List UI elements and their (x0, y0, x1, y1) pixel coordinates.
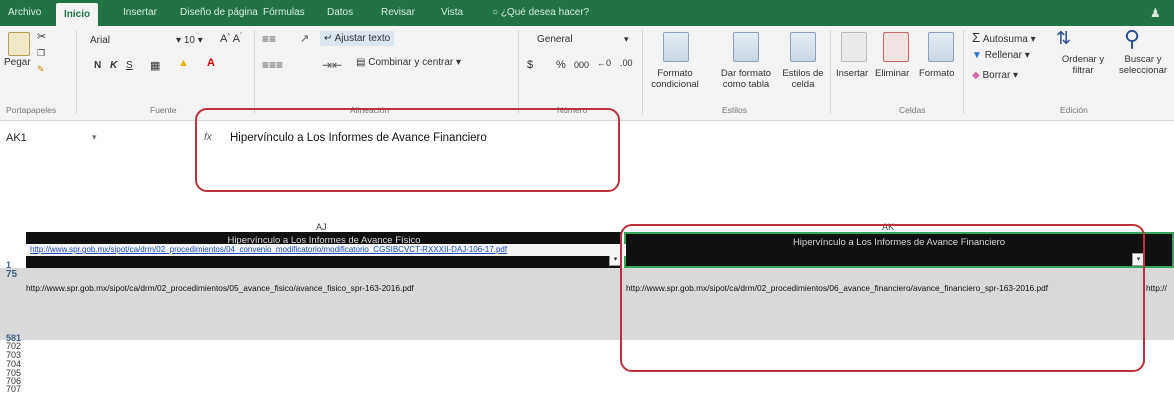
format-cells-icon[interactable] (928, 32, 954, 62)
format-cells-button[interactable]: Formato (919, 68, 954, 79)
highlight-financial-column (620, 224, 1145, 372)
user-icon[interactable]: ♟ (1150, 0, 1161, 26)
autosum-button[interactable]: Σ Autosuma ▾ (972, 30, 1036, 45)
fill-down-icon: ▼ (972, 50, 982, 61)
tab-diseno[interactable]: Diseño de página (180, 0, 258, 26)
borders-icon[interactable]: ▦ (150, 59, 160, 72)
chevron-down-icon[interactable]: ▾ (624, 34, 629, 45)
grow-font-icon[interactable]: A^ Aˇ (220, 33, 242, 45)
chevron-down-icon[interactable]: ▾ (92, 132, 97, 143)
insert-cells-button[interactable]: Insertar (836, 68, 868, 79)
group-font: Fuente (150, 105, 177, 115)
ribbon-tab-bar: Archivo Inicio Insertar Diseño de página… (0, 0, 1174, 26)
sigma-icon: Σ (972, 30, 981, 45)
tab-formulas[interactable]: Fórmulas (263, 0, 305, 26)
paste-button[interactable]: Pegar (4, 57, 31, 68)
divider (830, 30, 831, 114)
fill-button[interactable]: ▼ Rellenar ▾ (972, 50, 1030, 61)
wrap-text-icon: ↵ (324, 33, 335, 44)
paste-icon[interactable] (8, 32, 30, 56)
search-icon[interactable]: ⚲ (1124, 26, 1140, 52)
delete-cells-button[interactable]: Eliminar (875, 68, 909, 79)
number-format-select[interactable]: General (537, 34, 573, 45)
row-header-75[interactable]: 75 (6, 269, 17, 280)
tab-insertar[interactable]: Insertar (123, 0, 157, 26)
group-cells: Celdas (899, 105, 926, 115)
clear-button[interactable]: ◆ Borrar ▾ (972, 70, 1018, 81)
ribbon-home: Pegar ✂ ❐ ✎ Portapapeles Arial ▾ 10 ▾ A^… (0, 26, 1174, 121)
lightbulb-icon: ○ (492, 7, 501, 18)
align-top-icon[interactable]: ≡≡ (262, 32, 276, 46)
merge-icon: ▤ (356, 57, 369, 68)
tab-vista[interactable]: Vista (441, 0, 463, 26)
font-size-select[interactable]: ▾ 10 ▾ (176, 35, 203, 46)
group-styles: Estilos (722, 105, 748, 115)
hyperlink-text[interactable]: http://www.spr.gob.mx/sipot/ca/drm/02_pr… (30, 245, 507, 254)
conditional-format-button[interactable]: Formato condicional (645, 68, 705, 90)
divider (518, 30, 519, 114)
percent-button[interactable]: % (556, 59, 566, 71)
delete-cells-icon[interactable] (883, 32, 909, 62)
group-clipboard: Portapapeles (6, 105, 57, 115)
format-painter-icon[interactable]: ✎ (37, 64, 45, 75)
wrap-text-button[interactable]: ↵ Ajustar texto (320, 31, 395, 46)
merge-center-button[interactable]: ▤ Combinar y centrar ▾ (356, 57, 461, 68)
font-name-select[interactable]: Arial (90, 35, 110, 46)
tab-inicio[interactable]: Inicio (56, 3, 99, 26)
format-as-table-button[interactable]: Dar formato como tabla (710, 68, 782, 90)
tab-datos[interactable]: Datos (327, 0, 353, 26)
font-color-icon[interactable]: A (207, 57, 215, 69)
copy-icon[interactable]: ❐ (37, 48, 45, 59)
orientation-icon[interactable]: ↗ (300, 32, 309, 45)
divider (963, 30, 964, 114)
sort-filter-button[interactable]: Ordenar y filtrar (1056, 54, 1110, 76)
increase-decimal-icon[interactable]: ←0 (597, 58, 611, 68)
find-select-button[interactable]: Buscar y seleccionar (1112, 54, 1174, 76)
bold-button[interactable]: N (94, 60, 101, 71)
cell-styles-button[interactable]: Estilos de celda (780, 68, 826, 90)
cell-al75[interactable]: http:// (1146, 283, 1167, 293)
thousands-button[interactable]: 000 (574, 60, 589, 70)
align-left-icon[interactable]: ≡≡≡ (262, 58, 283, 72)
column-header-aj[interactable]: AJ (316, 222, 327, 232)
divider (642, 30, 643, 114)
format-as-table-icon[interactable] (733, 32, 759, 62)
highlight-formula-box (195, 108, 620, 192)
currency-button[interactable]: $ (527, 59, 533, 71)
indent-icon[interactable]: ⇥⇤ (322, 58, 342, 72)
tell-me-search[interactable]: ○ ¿Qué desea hacer? (492, 0, 589, 26)
eraser-icon: ◆ (972, 70, 980, 81)
divider (254, 30, 255, 114)
insert-cells-icon[interactable] (841, 32, 867, 62)
group-editing: Edición (1060, 105, 1088, 115)
tab-archivo[interactable]: Archivo (8, 0, 41, 26)
cell-aj75[interactable]: http://www.spr.gob.mx/sipot/ca/drm/02_pr… (26, 283, 414, 293)
divider (76, 30, 77, 114)
name-box[interactable]: AK1 (6, 132, 27, 144)
cell-styles-icon[interactable] (790, 32, 816, 62)
tab-revisar[interactable]: Revisar (381, 0, 415, 26)
sort-filter-icon[interactable]: ⇅ (1056, 28, 1071, 49)
conditional-format-icon[interactable] (663, 32, 689, 62)
cut-icon[interactable]: ✂ (37, 30, 46, 43)
fill-color-icon[interactable]: ▲ (178, 57, 189, 69)
italic-button[interactable]: K (110, 60, 117, 71)
decrease-decimal-icon[interactable]: .00 (620, 58, 633, 68)
underline-button[interactable]: S (126, 60, 133, 71)
